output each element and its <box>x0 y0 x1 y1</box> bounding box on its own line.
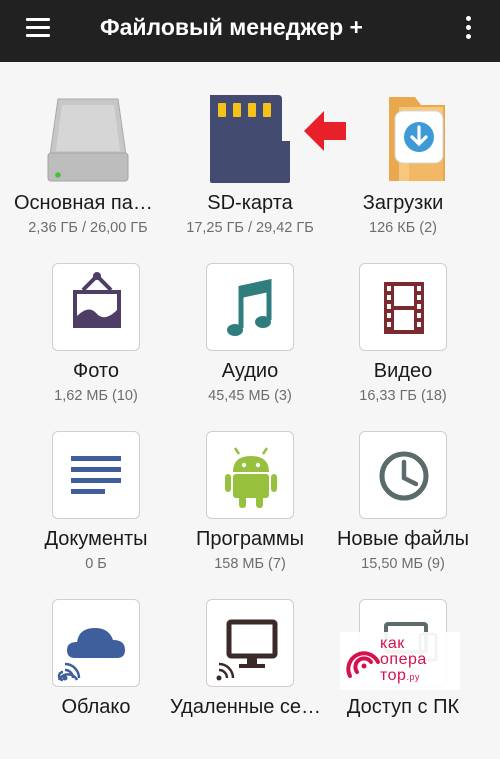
tile-label: Программы <box>195 528 305 550</box>
tile-sub: 158 МБ (7) <box>214 556 286 572</box>
cloud-icon <box>52 599 140 687</box>
tile-photos[interactable]: Фото 1,62 МБ (10) <box>16 263 176 423</box>
tile-remote-services[interactable]: Удаленные сервисы <box>170 599 330 759</box>
menu-icon[interactable] <box>24 15 54 45</box>
tile-sub: 1,62 МБ (10) <box>54 388 138 404</box>
android-icon <box>206 431 294 519</box>
tile-sub: 2,36 ГБ / 26,00 ГБ <box>28 220 148 236</box>
film-strip-icon <box>359 263 447 351</box>
tile-downloads[interactable]: Загрузки 126 КБ (2) <box>323 95 483 255</box>
tile-label: Видео <box>373 360 433 382</box>
photo-frame-icon <box>52 263 140 351</box>
watermark-text: как опера тор.ру <box>380 635 427 684</box>
document-lines-icon <box>52 431 140 519</box>
more-vert-icon[interactable] <box>458 14 478 44</box>
tile-label: Документы <box>44 528 148 550</box>
tile-label: Основная память <box>14 192 162 214</box>
monitor-icon <box>206 599 294 687</box>
download-folder-icon <box>359 95 447 183</box>
tile-new-files[interactable]: Новые файлы 15,50 МБ (9) <box>323 431 483 591</box>
tile-main-storage[interactable]: Основная память 2,36 ГБ / 26,00 ГБ <box>8 95 168 255</box>
tile-label: SD-карта <box>207 192 293 214</box>
tile-label: Облако <box>61 696 131 718</box>
hard-drive-icon <box>44 95 132 183</box>
tile-label: Аудио <box>221 360 279 382</box>
tile-sub: 17,25 ГБ / 29,42 ГБ <box>186 220 314 236</box>
tile-sub: 45,45 МБ (3) <box>208 388 292 404</box>
tile-label: Загрузки <box>362 192 444 214</box>
tile-label: Новые файлы <box>336 528 470 550</box>
tile-apps[interactable]: Программы 158 МБ (7) <box>170 431 330 591</box>
tile-video[interactable]: Видео 16,33 ГБ (18) <box>323 263 483 423</box>
tile-label: Фото <box>73 360 119 382</box>
app-title: Файловый менеджер + <box>100 14 363 40</box>
tile-sub: 15,50 МБ (9) <box>361 556 445 572</box>
tile-sub: 16,33 ГБ (18) <box>359 388 447 404</box>
app-bar: Файловый менеджер + <box>0 0 500 62</box>
music-note-icon <box>206 263 294 351</box>
tile-sub: 0 Б <box>85 556 107 572</box>
tile-audio[interactable]: Аудио 45,45 МБ (3) <box>170 263 330 423</box>
watermark-icon <box>346 651 380 678</box>
tile-label: Удаленные сервисы <box>170 696 330 718</box>
tile-documents[interactable]: Документы 0 Б <box>16 431 176 591</box>
watermark-logo: как опера тор.ру <box>340 632 460 690</box>
tile-sub: 126 КБ (2) <box>369 220 437 236</box>
sd-card-icon <box>206 95 294 183</box>
clock-icon <box>359 431 447 519</box>
tile-cloud[interactable]: Облако <box>16 599 176 759</box>
tile-label: Доступ с ПК <box>346 696 460 718</box>
